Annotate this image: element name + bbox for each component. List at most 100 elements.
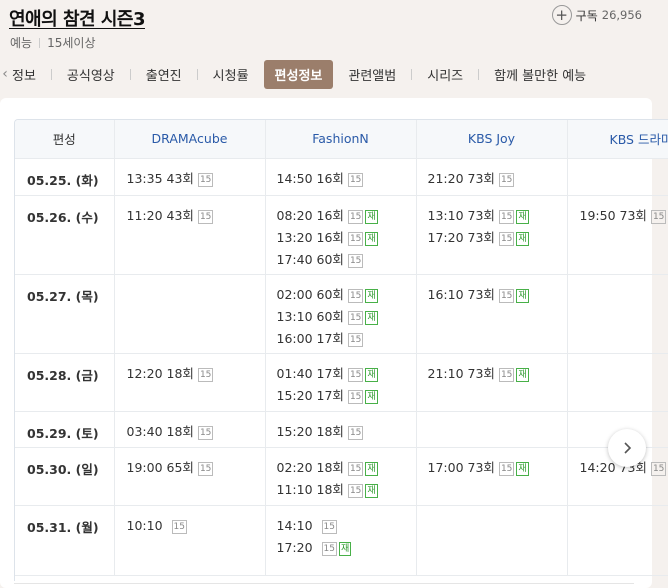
schedule-row: 05.28. (금) 12:20 18회 15 01:40 17회 15 재 15:20 17회 1… [15,353,668,412]
broadcast-time: 14:10 [276,517,313,533]
episode-number: 73회 [467,365,495,381]
tab-divider [478,68,480,80]
broadcast-time: 21:20 [427,170,464,186]
schedule-cell: 14:10 15 17:20 15 재 [265,505,417,576]
tab-6[interactable]: 시리즈 [425,65,465,84]
broadcast-time: 13:20 [276,229,313,245]
episode-number: 60회 [316,286,344,302]
broadcast-time: 16:10 [427,286,464,302]
broadcast-entry: 21:10 73회 15 재 [428,363,567,385]
broadcast-time: 17:00 [427,459,464,475]
broadcast-time: 13:10 [276,308,313,324]
chevron-right-icon [624,442,632,454]
schedule-cell: 02:20 18회 15 재 11:10 18회 15 재 [265,447,417,506]
broadcast-entry: 11:10 18회 15 재 [277,479,416,501]
episode-number: 73회 [467,459,495,475]
schedule-cell: 13:35 43회 15 [114,158,266,196]
episode-number: 73회 [467,170,495,186]
age-rating-badge: 15 [347,209,364,224]
tab-2[interactable]: 출연진 [144,65,184,84]
age-rating-badge: 15 [197,367,214,382]
subscribe-label: 구독 [575,8,598,23]
schedule-row: 05.27. (목) 02:00 60회 15 재 13:10 60회 15 재 16:00 17회… [15,274,668,354]
tab-3[interactable]: 시청률 [211,65,251,84]
age-rating-badge: 15 [347,332,364,347]
broadcast-entry: 13:20 16회 15 재 [277,227,416,249]
tab-5[interactable]: 관련앨범 [346,65,398,84]
episode-number: 18회 [316,481,344,497]
next-button[interactable] [608,429,646,467]
tab-divider [50,68,52,80]
schedule-cell: 03:40 18회 15 [114,411,266,448]
schedule-cell: 14:50 16회 15 [265,158,417,196]
broadcast-entry: 14:10 15 [277,515,416,537]
schedule-cell [567,274,668,354]
broadcast-time: 19:00 [126,459,163,475]
broadcast-time: 19:50 [579,207,616,223]
tab-7[interactable]: 함께 볼만한 예능 [492,65,588,84]
broadcast-entry: 21:20 73회 15 [428,168,567,190]
episode-number: 60회 [316,251,344,267]
tab-0[interactable]: 정보 [10,65,38,84]
subscribe-button[interactable]: + 구독 26,956 [551,5,642,25]
broadcast-entry: 08:20 16회 15 재 [277,205,416,227]
episode-number: 73회 [467,229,495,245]
broadcast-time: 15:20 [276,423,313,439]
rerun-badge: 재 [516,288,529,303]
schedule-cell: 13:10 73회 15 재 17:20 73회 15 재 [416,195,568,275]
broadcast-time: 13:35 [126,170,163,186]
schedule-row: 05.29. (토) 03:40 18회 15 15:20 18회 15 [15,411,668,448]
program-title[interactable]: 연애의 참견 시즌3 [9,5,145,31]
age-rating-badge: 15 [650,461,667,476]
corner-header: 편성 [15,120,115,159]
channel-header[interactable]: DRAMAcube [114,120,266,159]
channel-header[interactable]: KBS Joy [416,120,568,159]
broadcast-time: 14:50 [276,170,313,186]
schedule-row: 05.30. (일) 19:00 65회 15 02:20 18회 15 재 11:10 18회 1… [15,447,668,506]
schedule-cell: 16:10 73회 15 재 [416,274,568,354]
row-date: 05.29. (토) [15,411,115,448]
episode-number: 16회 [316,229,344,245]
schedule-cell [567,353,668,412]
age-rating-badge: 15 [197,461,214,476]
broadcast-time: 01:40 [276,365,313,381]
broadcast-entry: 19:00 65회 15 [127,457,265,479]
broadcast-time: 14:20 [579,459,616,475]
broadcast-entry: 17:20 15 재 [277,537,416,559]
age-rating-badge: 15 [171,519,187,534]
broadcast-time: 13:10 [427,207,464,223]
age-rating-badge: 15 [347,389,364,404]
broadcast-entry: 19:50 73회 15 [580,205,668,227]
schedule-cell [416,411,568,448]
channel-header[interactable]: FashionN [265,120,417,159]
episode-number: 16회 [316,207,344,223]
tab-4[interactable]: 편성정보 [263,59,334,89]
schedule-body: 05.25. (화) 13:35 43회 15 14:50 16회 15 21:20 73회 15… [15,158,668,576]
broadcast-time: 16:00 [276,330,313,346]
tab-1[interactable]: 공식영상 [65,65,117,84]
episode-number: 17회 [316,330,344,346]
broadcast-entry: 17:20 73회 15 재 [428,227,567,249]
meta-divider [39,38,41,48]
broadcast-entry: 11:20 43회 15 [127,205,265,227]
row-date: 05.30. (일) [15,447,115,506]
broadcast-time: 11:10 [276,481,313,497]
rerun-badge: 재 [516,231,529,246]
episode-number: 43회 [166,207,194,223]
schedule-cell: 02:00 60회 15 재 13:10 60회 15 재 16:00 17회 15 [265,274,417,354]
episode-number: 65회 [166,459,194,475]
schedule-cell: 21:20 73회 15 [416,158,568,196]
divider [14,583,634,584]
episode-number: 16회 [316,170,344,186]
broadcast-entry: 15:20 18회 15 [277,421,416,443]
broadcast-entry: 13:35 43회 15 [127,168,265,190]
program-rating: 15세이상 [47,36,96,50]
episode-number: 18회 [316,423,344,439]
broadcast-entry: 17:40 60회 15 [277,249,416,271]
channel-header[interactable]: KBS 드라마 [567,120,668,159]
tab-divider [129,68,131,80]
schedule-cell: 21:10 73회 15 재 [416,353,568,412]
row-date: 05.31. (월) [15,505,115,576]
age-rating-badge: 15 [347,288,364,303]
schedule-cell: 11:20 43회 15 [114,195,266,275]
